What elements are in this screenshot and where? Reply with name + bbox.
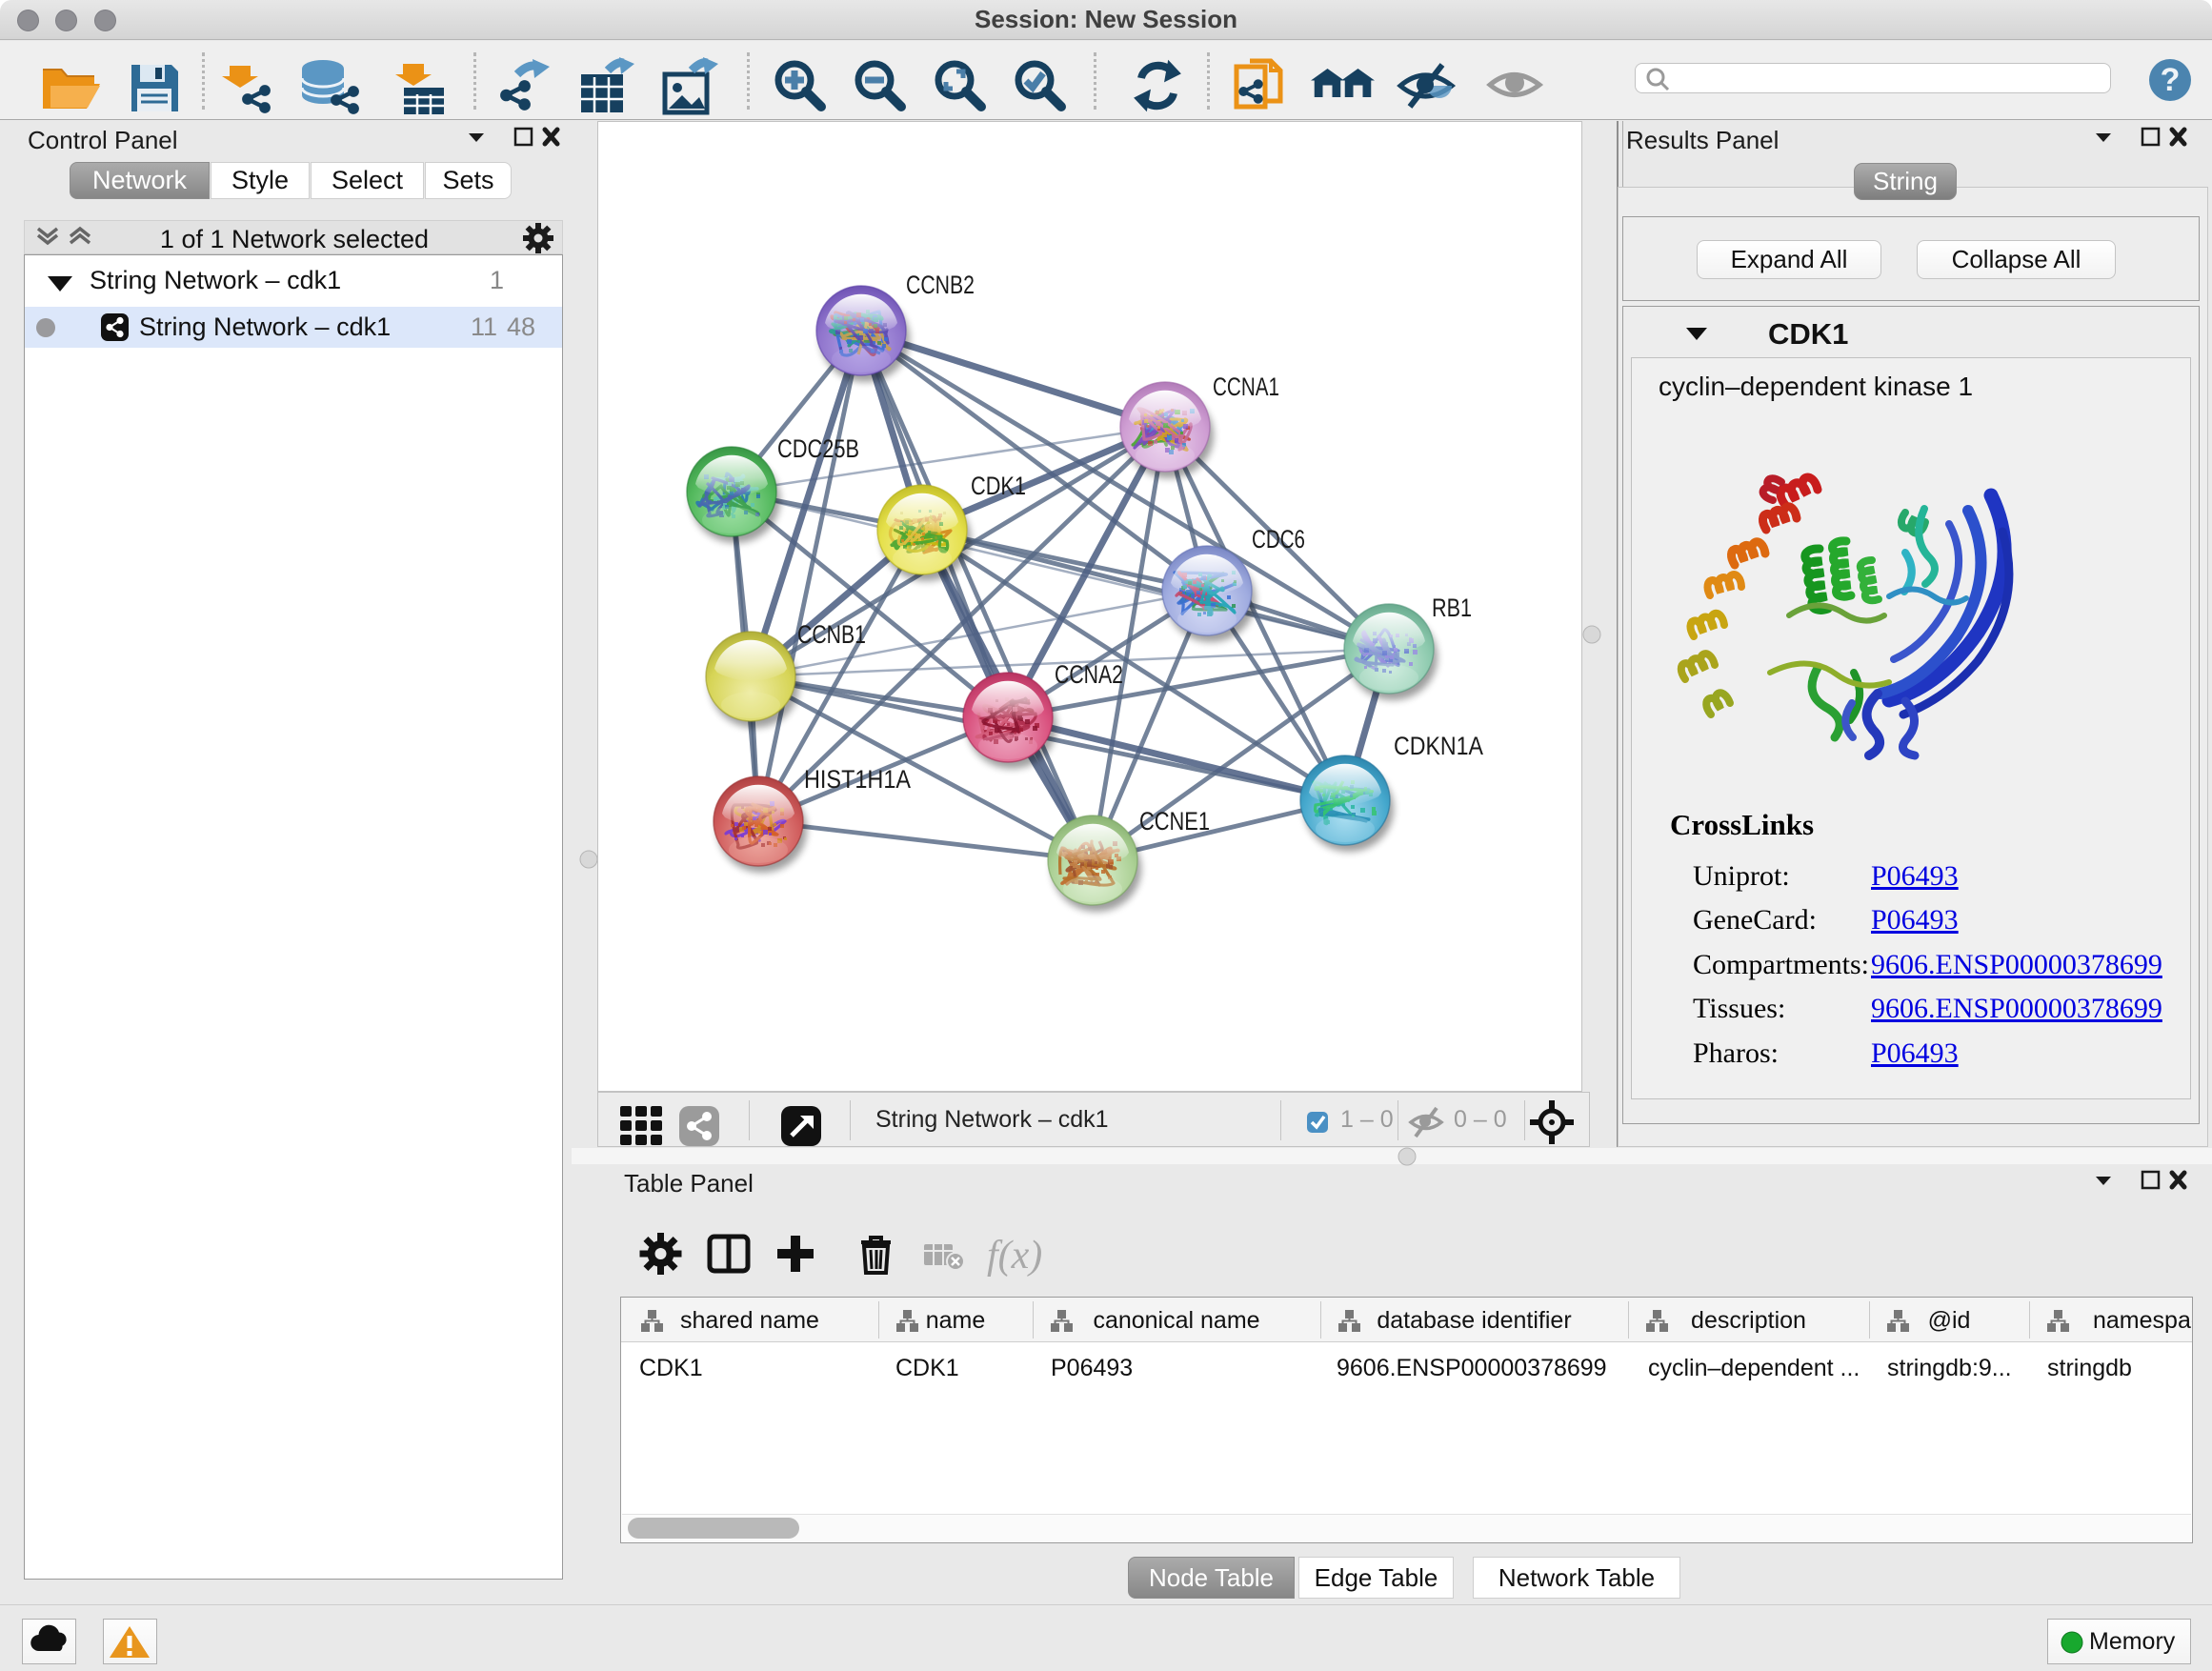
svg-text:CCNA1: CCNA1 (1213, 372, 1279, 401)
svg-text:CCNB1: CCNB1 (797, 620, 866, 649)
svg-text:CCNA2: CCNA2 (1055, 660, 1123, 689)
svg-text:CCNE1: CCNE1 (1139, 807, 1210, 836)
svg-text:CDC6: CDC6 (1252, 525, 1305, 554)
svg-text:CDKN1A: CDKN1A (1394, 732, 1483, 760)
svg-text:CCNB2: CCNB2 (906, 271, 975, 299)
svg-text:CDC25B: CDC25B (777, 434, 859, 463)
svg-text:HIST1H1A: HIST1H1A (804, 765, 911, 794)
svg-text:CDK1: CDK1 (971, 472, 1026, 500)
svg-text:f(x): f(x) (987, 1234, 1042, 1278)
svg-text:RB1: RB1 (1432, 594, 1472, 622)
